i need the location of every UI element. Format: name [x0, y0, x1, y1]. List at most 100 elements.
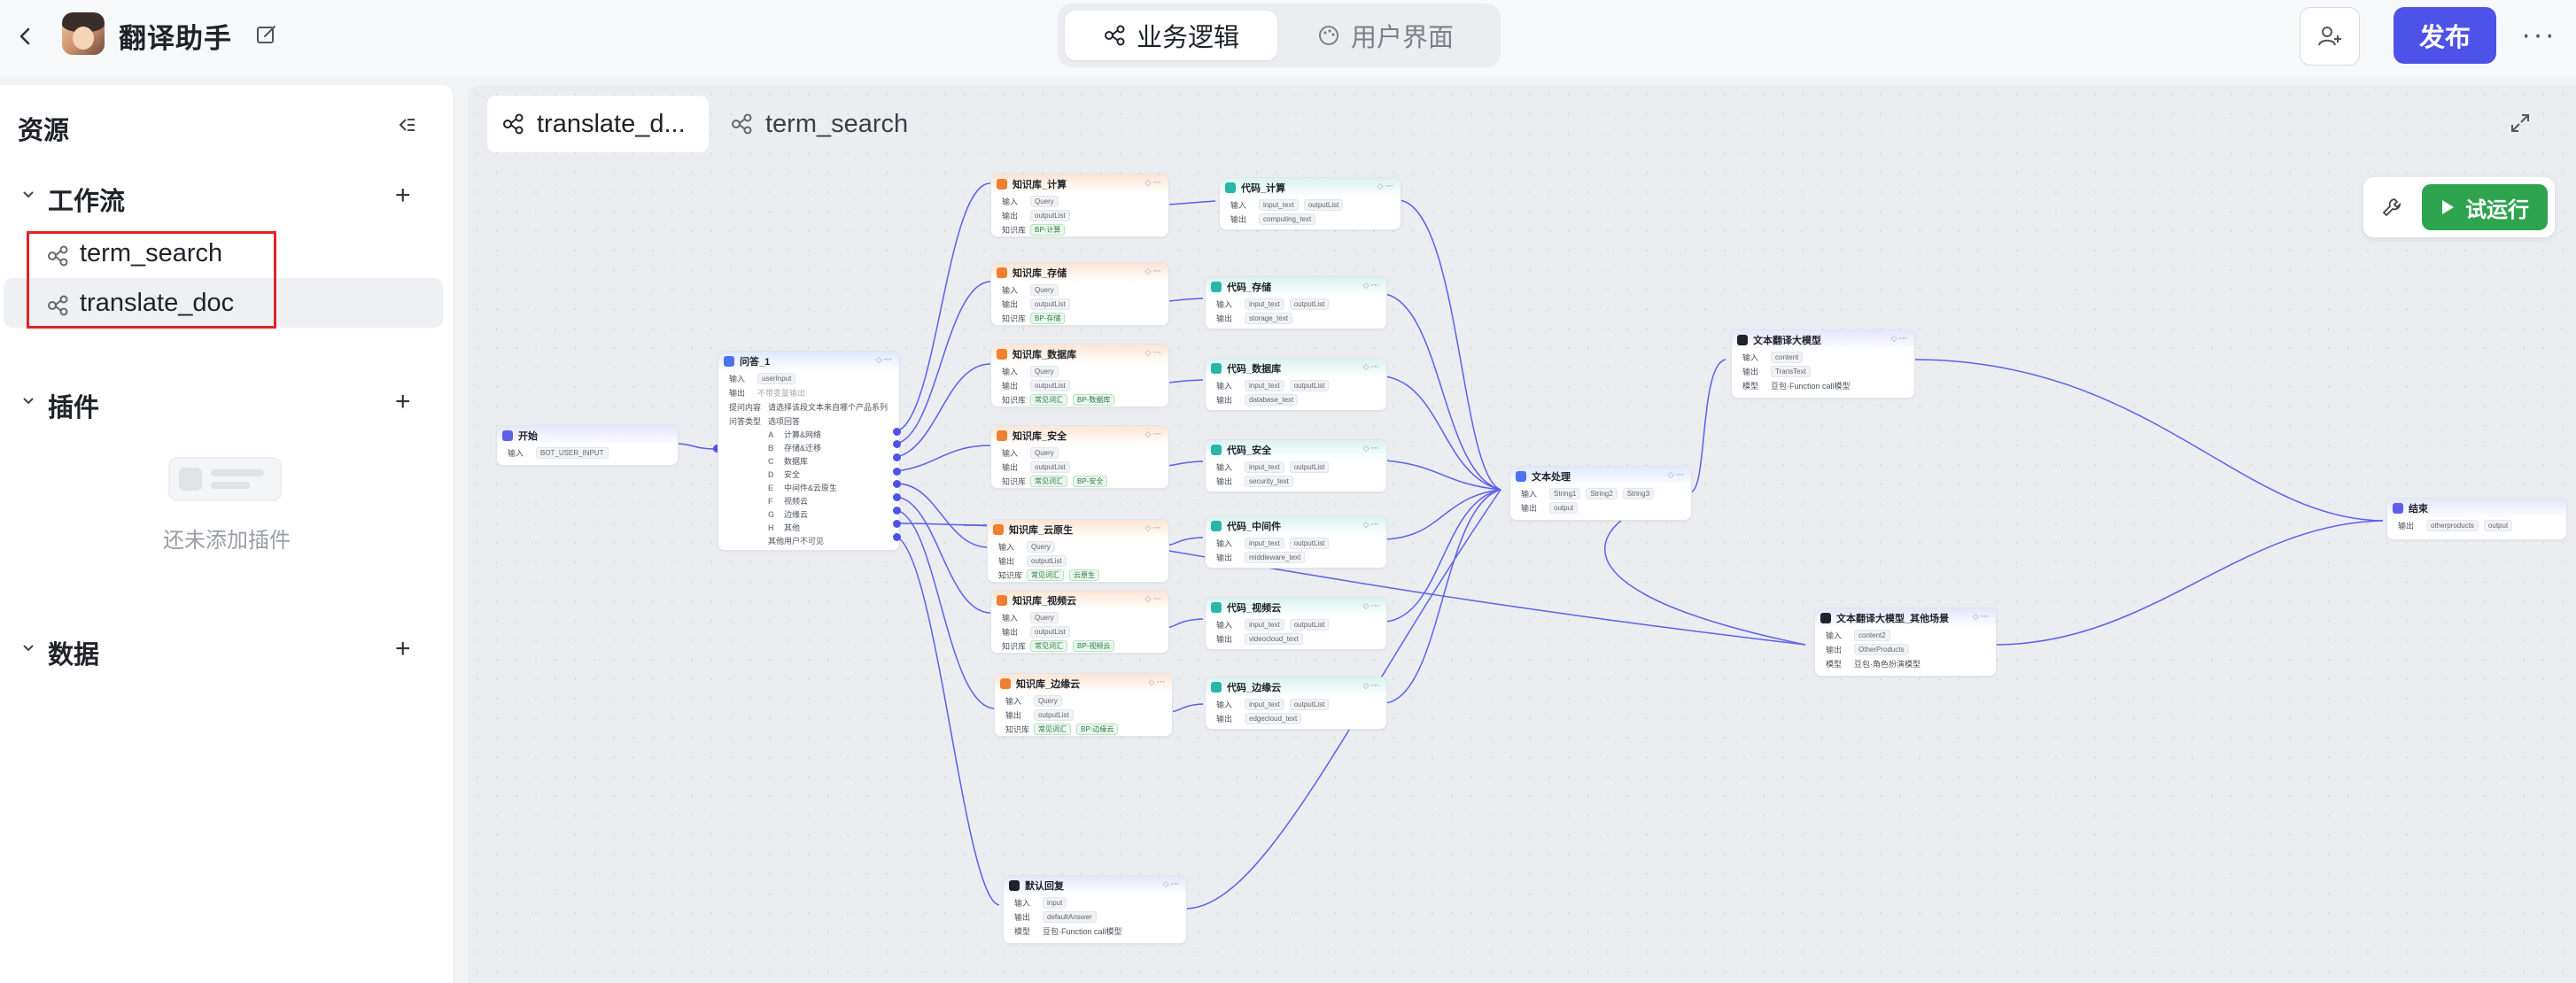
node-row: 输出 otherproducts output [2387, 518, 2566, 532]
option-port[interactable] [893, 428, 901, 436]
option-row: F 视频云 [718, 494, 899, 507]
node-kb-storage[interactable]: 知识库_存储 ◇ ··· 输入 Query 输出 outputList 知识库 BP-存… [990, 262, 1169, 326]
option-port[interactable] [893, 468, 901, 476]
resource-sidebar: 资源 工作流 + term_search translate_doc 插件 + … [0, 85, 454, 983]
node-menu-icon[interactable]: ◇ ··· [1145, 178, 1161, 188]
node-menu-icon[interactable]: ◇ ··· [1668, 470, 1684, 480]
node-menu-icon[interactable]: ◇ ··· [1145, 430, 1161, 439]
option-port[interactable] [893, 520, 901, 528]
node-kb-database[interactable]: 知识库_数据库 ◇ ··· 输入 Query 输出 outputList 知识库 常见词… [990, 344, 1169, 407]
row-key: 输入 [1002, 367, 1019, 376]
row-tag: input_text [1245, 461, 1284, 473]
node-kb-video-cloud[interactable]: 知识库_视频云 ◇ ··· 输入 Query 输出 outputList 知识库 常见词… [990, 590, 1169, 654]
node-code-edge-cloud[interactable]: 代码_边缘云 ◇ ··· 输入 input_text outputList 输出 edg… [1205, 677, 1387, 730]
llm-icon [1009, 880, 1020, 891]
add-plugin-icon[interactable]: + [395, 389, 411, 415]
node-code-security[interactable]: 代码_安全 ◇ ··· 输入 input_text outputList 输出 secu… [1205, 439, 1387, 492]
knowledge-base-icon [993, 524, 1004, 535]
row-key: 输出 [1002, 299, 1019, 309]
node-code-video-cloud[interactable]: 代码_视频云 ◇ ··· 输入 input_text outputList 输出 vid… [1205, 597, 1387, 650]
option-port[interactable] [893, 453, 901, 461]
node-end[interactable]: 结束 输出 otherproducts output [2386, 498, 2567, 540]
node-menu-icon[interactable]: ◇ ··· [1891, 334, 1907, 344]
node-text-processing[interactable]: 文本处理 ◇ ··· 输入 String1 String2 String3 输出 outp… [1509, 466, 1692, 521]
node-menu-icon[interactable]: ◇ ··· [1163, 879, 1179, 889]
node-menu-icon[interactable]: ◇ ··· [1145, 594, 1161, 604]
node-row: 输出 TransText [1732, 364, 1914, 378]
row-tag: storage_text [1245, 312, 1293, 324]
node-default-reply[interactable]: 默认回复 ◇ ··· 输入 input 输出 defaultAnswer 模型 豆包·F… [1003, 875, 1187, 944]
option-key: G [768, 509, 775, 519]
row-key: 输入 [1230, 200, 1247, 210]
row-tag: Query [1034, 694, 1062, 707]
row-tag: output [1549, 501, 1579, 514]
section-data[interactable]: 数据 + [0, 627, 454, 671]
section-workflow[interactable]: 工作流 + [0, 174, 454, 218]
section-plugin[interactable]: 插件 + [0, 380, 454, 424]
row-key: 输入 [998, 542, 1015, 552]
add-data-icon[interactable]: + [395, 636, 411, 662]
node-question[interactable]: 问答_1 ◇ ··· 输入 userInput 输出 不带变量输出 提问内容 请选择该段… [718, 351, 900, 551]
node-menu-icon[interactable]: ◇ ··· [1363, 362, 1379, 372]
row-key: 输入 [1216, 381, 1233, 391]
row-tag: outputList [1030, 209, 1070, 221]
node-title: 问答_1 [740, 357, 771, 368]
node-title: 知识库_边缘云 [1016, 679, 1081, 690]
node-llm-other[interactable]: 文本翻译大模型_其他场景 ◇ ··· 输入 content2 输出 OtherProd… [1814, 608, 1997, 677]
node-kb-compute[interactable]: 知识库_计算 ◇ ··· 输入 Query 输出 outputList 知识库 BP-计… [990, 174, 1169, 237]
tab-business-logic[interactable]: 业务逻辑 [1065, 11, 1277, 60]
node-row: 输出 outputList [991, 624, 1168, 639]
node-code-database[interactable]: 代码_数据库 ◇ ··· 输入 input_text outputList 输出 dat… [1205, 358, 1387, 411]
node-code-compute[interactable]: 代码_计算 ◇ ··· 输入 input_text outputList 输出 comp… [1219, 177, 1401, 230]
publish-button[interactable]: 发布 [2394, 7, 2496, 64]
node-code-middleware[interactable]: 代码_中间件 ◇ ··· 输入 input_text outputList 输出 mid… [1205, 515, 1387, 569]
row-key: 输出 [1014, 912, 1031, 922]
node-menu-icon[interactable]: ◇ ··· [1377, 182, 1393, 191]
node-menu-icon[interactable]: ◇ ··· [1363, 681, 1379, 691]
option-port[interactable] [893, 533, 901, 541]
node-menu-icon[interactable]: ◇ ··· [1363, 444, 1379, 453]
more-menu-icon[interactable]: ··· [2521, 18, 2557, 52]
node-llm-translate[interactable]: 文本翻译大模型 ◇ ··· 输入 content 输出 TransText 模型 豆包·… [1731, 329, 1915, 399]
option-port[interactable] [893, 480, 901, 488]
option-value: 边缘云 [784, 510, 809, 519]
row-tag: otherproducts [2426, 519, 2479, 531]
node-row: 输出 outputList [991, 297, 1168, 311]
node-row: 输入 Query [988, 539, 1168, 553]
option-value: 其他 [784, 523, 801, 532]
node-header: 默认回复 ◇ ··· [1004, 876, 1186, 895]
row-tag: input_text [1245, 618, 1284, 631]
node-menu-icon[interactable]: ◇ ··· [1145, 348, 1161, 358]
node-menu-icon[interactable]: ◇ ··· [1363, 520, 1379, 530]
collaborator-button[interactable] [2300, 7, 2360, 66]
edit-icon[interactable] [253, 21, 280, 48]
node-kb-edge-cloud[interactable]: 知识库_边缘云 ◇ ··· 输入 Query 输出 outputList 知识库 常见词… [994, 673, 1173, 737]
node-start[interactable]: 开始 输入 BOT_USER_INPUT [496, 425, 679, 466]
node-row: 输入 input_text outputList [1220, 197, 1401, 212]
node-code-storage[interactable]: 代码_存储 ◇ ··· 输入 input_text outputList 输出 stor… [1205, 276, 1387, 329]
collapse-sidebar-icon[interactable] [395, 113, 418, 136]
node-menu-icon[interactable]: ◇ ··· [1149, 677, 1165, 687]
row-key: 输出 [1742, 367, 1759, 376]
workflow-canvas[interactable]: translate_d... term_search 试运行 开始 输入 BOT… [468, 85, 2576, 983]
node-menu-icon[interactable]: ◇ ··· [1145, 523, 1161, 533]
empty-plugin-illustration [168, 457, 282, 501]
option-port[interactable] [893, 440, 901, 448]
back-icon[interactable] [16, 21, 34, 51]
option-port[interactable] [893, 507, 901, 515]
node-kb-cloud-native[interactable]: 知识库_云原生 ◇ ··· 输入 Query 输出 outputList 知识库 常见词… [987, 519, 1169, 583]
node-row: 输入 input_text outputList [1206, 297, 1386, 311]
node-menu-icon[interactable]: ◇ ··· [1363, 281, 1379, 290]
node-menu-icon[interactable]: ◇ ··· [1973, 612, 1989, 622]
node-menu-icon[interactable]: ◇ ··· [876, 355, 892, 365]
node-header: 代码_视频云 ◇ ··· [1206, 598, 1386, 617]
node-menu-icon[interactable]: ◇ ··· [1363, 601, 1379, 611]
add-workflow-icon[interactable]: + [395, 182, 411, 209]
node-kb-security[interactable]: 知识库_安全 ◇ ··· 输入 Query 输出 outputList 知识库 常见词汇… [990, 425, 1169, 489]
tab-user-interface[interactable]: 用户界面 [1279, 11, 1492, 60]
row-tag: outputList [1289, 461, 1330, 473]
option-value: 安全 [784, 470, 801, 479]
node-menu-icon[interactable]: ◇ ··· [1145, 267, 1161, 276]
option-port[interactable] [893, 493, 901, 501]
node-row: 输出 edgecloud_text [1206, 711, 1386, 725]
